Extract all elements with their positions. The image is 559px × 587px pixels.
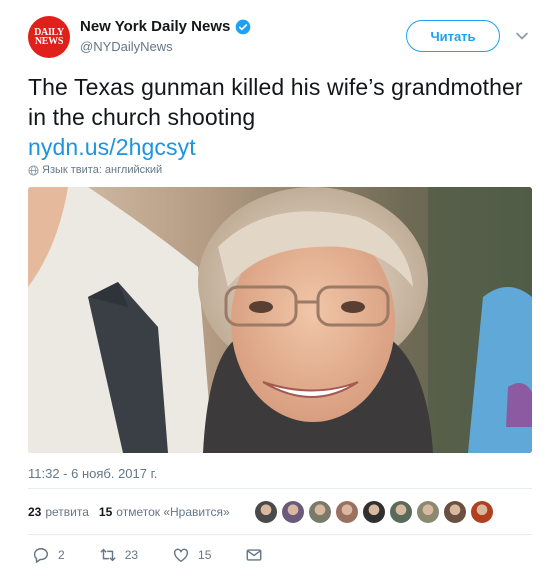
liker-avatar[interactable] — [471, 501, 493, 523]
divider — [28, 534, 532, 535]
heart-icon — [174, 548, 189, 563]
retweets-count: 23 — [28, 505, 42, 519]
liker-avatar[interactable] — [336, 501, 358, 523]
tweet-header: DAILY NEWS New York Daily News @NYDailyN… — [28, 16, 538, 60]
tweet-photo[interactable] — [28, 187, 532, 453]
likes-stat[interactable]: 15 отметок «Нравится» — [99, 505, 230, 519]
liker-avatars — [255, 501, 498, 523]
liker-avatar[interactable] — [363, 501, 385, 523]
direct-message-button[interactable] — [245, 546, 271, 564]
tweet-actions: 2 23 15 — [32, 546, 305, 564]
avatar-line-2: NEWS — [34, 36, 64, 47]
retweet-button[interactable]: 23 — [99, 546, 138, 564]
liker-avatar[interactable] — [444, 501, 466, 523]
tweet-timestamp[interactable]: 11:32 - 6 нояб. 2017 г. — [28, 466, 157, 481]
follow-button[interactable]: Читать — [406, 20, 500, 52]
language-note: Язык твита: английский — [42, 164, 163, 176]
photo-of-woman-icon — [28, 187, 532, 453]
like-count: 15 — [198, 548, 212, 562]
divider — [28, 488, 532, 489]
reply-count: 2 — [58, 548, 65, 562]
tweet-body: The Texas gunman killed his wife’s grand… — [28, 74, 523, 130]
likes-count: 15 — [98, 505, 113, 519]
liker-avatar[interactable] — [282, 501, 304, 523]
liker-avatar[interactable] — [255, 501, 277, 523]
retweet-count: 23 — [124, 548, 139, 562]
tweet-text: The Texas gunman killed his wife’s grand… — [28, 72, 528, 162]
author-block[interactable]: New York Daily News @NYDailyNews — [80, 18, 251, 54]
retweets-stat[interactable]: 23 ретвита — [28, 505, 89, 519]
retweet-icon — [99, 548, 116, 562]
reply-button[interactable]: 2 — [32, 546, 65, 564]
user-handle[interactable]: @NYDailyNews — [80, 39, 251, 54]
envelope-icon — [246, 549, 262, 561]
reply-icon — [33, 548, 48, 563]
likes-label: отметок «Нравится» — [116, 505, 230, 519]
display-name[interactable]: New York Daily News — [80, 18, 230, 35]
retweets-label: ретвита — [45, 505, 89, 519]
like-button[interactable]: 15 — [172, 546, 211, 564]
liker-avatar[interactable] — [309, 501, 331, 523]
chevron-down-icon[interactable] — [515, 29, 529, 43]
tweet-link[interactable]: nydn.us/2hgcsyt — [28, 132, 528, 162]
tweet-stats: 23 ретвита 15 отметок «Нравится» — [28, 505, 240, 519]
globe-icon — [28, 164, 39, 176]
liker-avatar[interactable] — [417, 501, 439, 523]
avatar[interactable]: DAILY NEWS — [28, 16, 70, 58]
tweet-language: Язык твита: английский — [28, 164, 162, 176]
verified-badge-icon — [236, 19, 251, 34]
liker-avatar[interactable] — [390, 501, 412, 523]
